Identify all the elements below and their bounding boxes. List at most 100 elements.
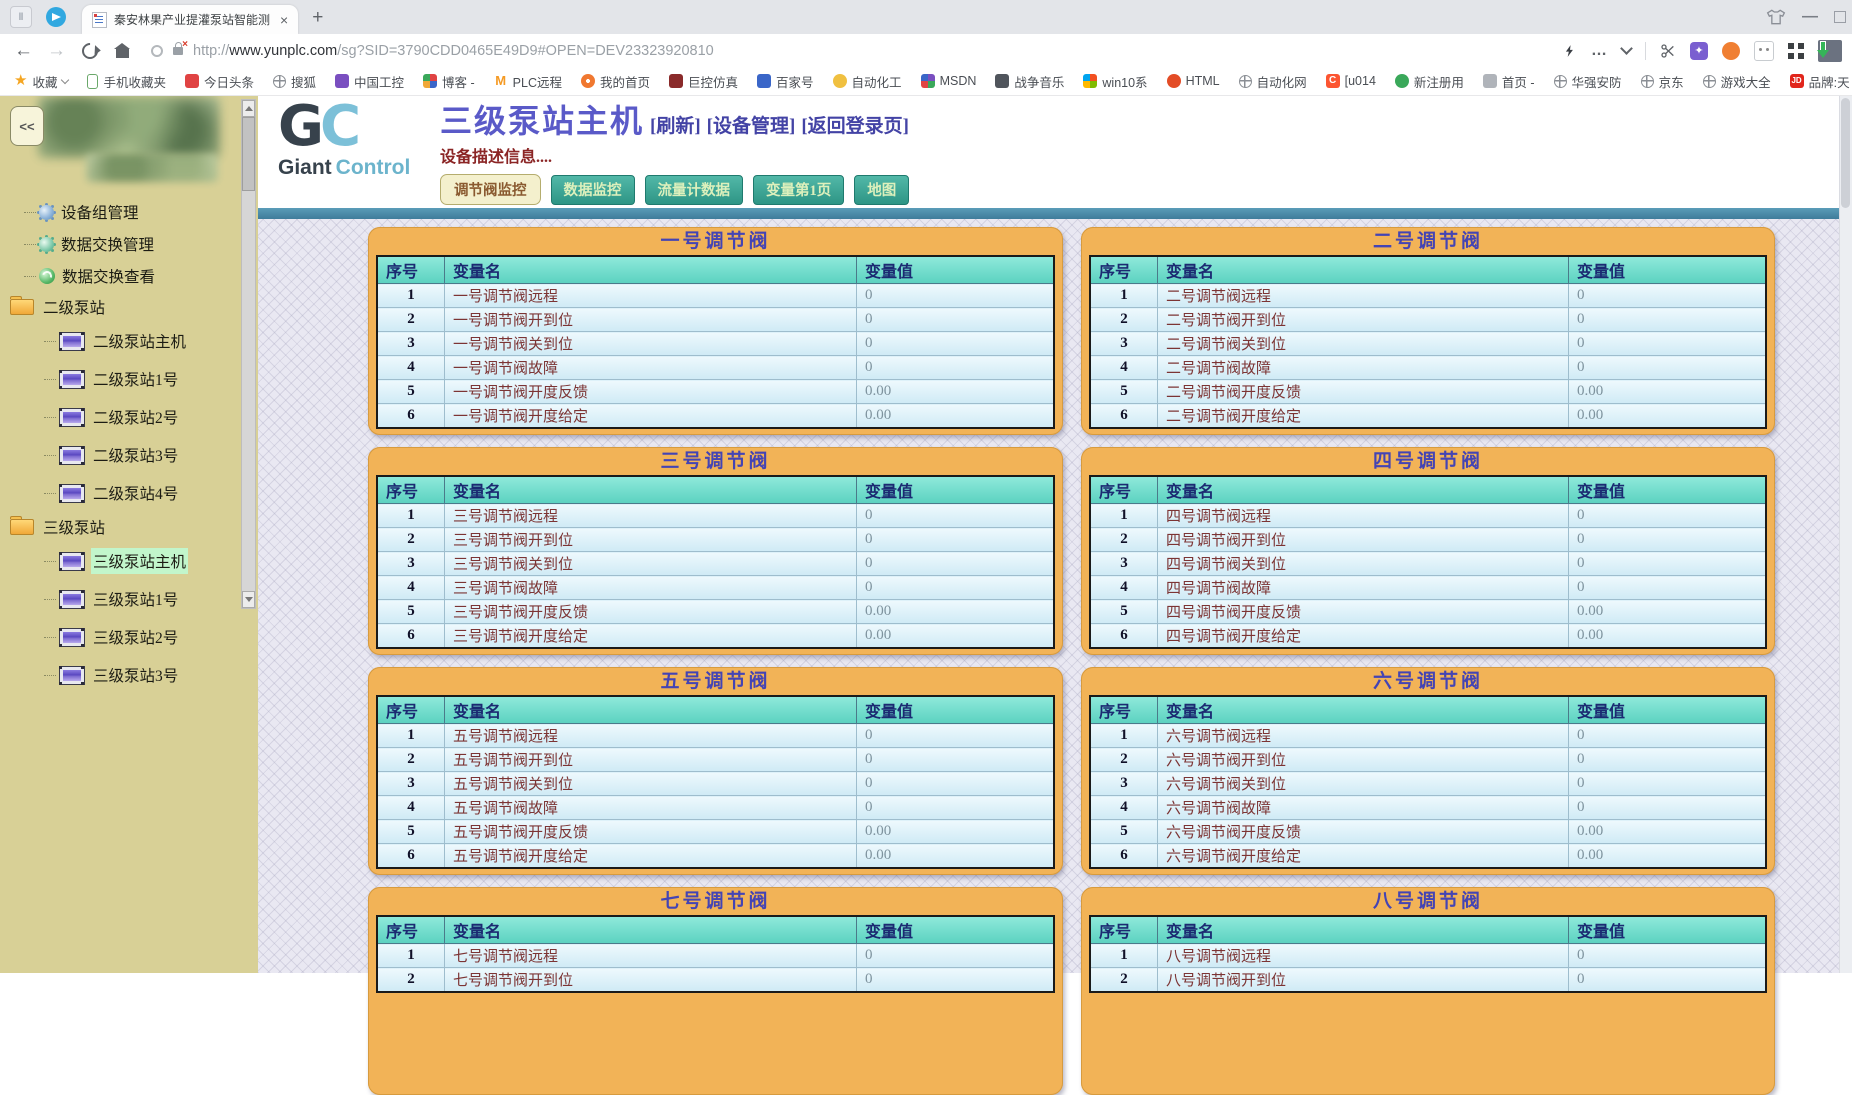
bookmark-item[interactable]: 我的首页 [581,72,650,91]
bookmark-item[interactable]: 京东 [1641,72,1684,91]
bookmark-item[interactable]: 自动化工 [833,72,902,91]
sidebar-item-二级泵站4号[interactable]: 二级泵站4号 [0,474,240,512]
sidebar-item-二级泵站3号[interactable]: 二级泵站3号 [0,436,240,474]
sidebar-item-二级泵站1号[interactable]: 二级泵站1号 [0,360,240,398]
sidebar-item-label: 三级泵站主机 [93,550,186,572]
site-info-icon[interactable] [151,45,163,57]
bookmark-item[interactable]: 手机收藏夹 [87,72,166,91]
sidebar-item-三级泵站[interactable]: 三级泵站 [0,512,240,542]
tab-地图[interactable]: 地图 [854,175,909,205]
variable-value: 0 [857,308,1055,332]
variable-value: 0.00 [857,404,1055,429]
variable-value: 0 [857,968,1055,993]
bookmark-item[interactable]: JD品牌:天 [1790,72,1850,91]
bookmark-item[interactable]: 百家号 [757,72,814,91]
sidebar-item-三级泵站主机[interactable]: 三级泵站主机 [0,542,240,580]
bookmark-item[interactable]: 新注册用 [1395,72,1464,91]
bookmark-item[interactable]: HTML [1167,74,1220,88]
lightning-icon[interactable] [1563,42,1577,60]
scroll-up-button[interactable] [242,100,255,117]
tab-close-icon[interactable]: × [280,13,288,27]
bookmark-item[interactable]: 自动化网 [1239,72,1307,91]
home-button[interactable] [116,49,129,58]
browser-tab[interactable]: 秦安林果产业提灌泵站智能测 × [82,5,298,34]
new-tab-button[interactable]: + [312,8,323,27]
tab-流量计数据[interactable]: 流量计数据 [645,175,744,205]
sidebar-item-数据交换管理[interactable]: 数据交换管理 [0,228,240,260]
giant-control-logo: GC GiantControl [278,98,438,180]
maximize-icon[interactable] [1834,11,1846,23]
refresh-link[interactable]: [刷新] [650,116,701,137]
tab-调节阀监控[interactable]: 调节阀监控 [440,174,541,205]
variable-value: 0 [1569,944,1767,968]
insecure-lock-icon[interactable] [173,47,183,55]
sidebar-item-二级泵站[interactable]: 二级泵站 [0,292,240,322]
forward-button[interactable]: → [47,41,66,60]
back-button[interactable]: ← [14,41,33,60]
download-icon[interactable] [1818,40,1842,62]
more-menu-icon[interactable]: … [1591,42,1608,60]
column-header: 序号 [377,916,445,944]
variable-name: 七号调节阀远程 [445,944,857,968]
device-manage-link[interactable]: [设备管理] [707,116,796,137]
sidebar-item-三级泵站1号[interactable]: 三级泵站1号 [0,580,240,618]
bookmark-item[interactable]: 游戏大全 [1703,72,1771,91]
bookmark-item[interactable]: 博客 - [423,72,475,91]
bookmark-item[interactable]: 今日头条 [185,72,254,91]
sidebar-item-二级泵站主机[interactable]: 二级泵站主机 [0,322,240,360]
sidebar-scrollbar[interactable] [241,99,256,609]
extension-orange-icon[interactable] [1722,42,1740,60]
scissors-icon[interactable] [1660,43,1676,59]
bookmark-label: 搜狐 [291,72,316,91]
scroll-down-button[interactable] [242,591,255,608]
logo-word-control: Control [336,156,411,179]
sidebar-item-二级泵站2号[interactable]: 二级泵站2号 [0,398,240,436]
table-row: 5一号调节阀开度反馈0.00 [377,380,1054,404]
monitor-icon [59,552,85,571]
bookmark-item[interactable]: 搜狐 [273,72,316,91]
variable-value: 0 [857,332,1055,356]
bookmark-item[interactable]: 巨控仿真 [669,72,738,91]
bookmark-label: 首页 - [1502,72,1535,91]
tab-变量第1页[interactable]: 变量第1页 [753,175,844,205]
apps-grid-icon[interactable] [1788,43,1804,59]
bookmark-item[interactable]: C[u014 [1326,74,1376,88]
variable-name: 七号调节阀开到位 [445,968,857,993]
theme-shirt-icon[interactable] [1766,8,1786,26]
table-row: 1六号调节阀远程0 [1090,724,1766,748]
valve-panel: 七号调节阀序号变量名变量值1七号调节阀远程02七号调节阀开到位0 [368,887,1063,1095]
bookmark-item[interactable]: win10系 [1083,72,1147,91]
sidebar-item-三级泵站3号[interactable]: 三级泵站3号 [0,656,240,694]
column-header: 变量值 [857,916,1055,944]
address-bar[interactable]: http://www.yunplc.com/sg?SID=3790CDD0465… [151,43,1549,59]
bookmark-item[interactable]: 首页 - [1483,72,1535,91]
variable-table: 序号变量名变量值1七号调节阀远程02七号调节阀开到位0 [376,915,1055,993]
variable-value: 0.00 [857,600,1055,624]
scrollbar-thumb[interactable] [242,117,255,191]
extension-white-icon[interactable] [1754,41,1774,61]
sidebar-item-三级泵站2号[interactable]: 三级泵站2号 [0,618,240,656]
bookmark-item[interactable]: 战争音乐 [995,72,1064,91]
table-row: 5六号调节阀开度反馈0.00 [1090,820,1766,844]
variable-table: 序号变量名变量值1一号调节阀远程02一号调节阀开到位03一号调节阀关到位04一号… [376,255,1055,429]
bookmark-item[interactable]: 华强安防 [1554,72,1622,91]
return-login-link[interactable]: [返回登录页] [801,116,909,137]
telegram-icon[interactable] [46,7,66,27]
variable-name: 四号调节阀开度反馈 [1158,600,1569,624]
bookmark-item[interactable]: MPLC远程 [494,72,562,91]
chevron-down-icon[interactable] [1620,42,1633,55]
sidebar-item-设备组管理[interactable]: 设备组管理 [0,196,240,228]
sidebar-collapse-button[interactable]: << [10,106,44,146]
sidebar-item-数据交换查看[interactable]: 数据交换查看 [0,260,240,292]
tab-数据监控[interactable]: 数据监控 [551,175,635,205]
bookmark-item[interactable]: ★收藏 [14,72,68,91]
page-scrollbar-thumb[interactable] [1841,98,1850,208]
bookmark-item[interactable]: 中国工控 [335,72,404,91]
extension-icon[interactable]: ✦ [1690,42,1708,60]
page-scrollbar[interactable] [1839,96,1852,973]
pinned-app-icon[interactable]: ‖ [10,6,32,28]
bookmark-item[interactable]: MSDN [921,74,977,88]
reload-button[interactable] [79,39,102,62]
minimize-icon[interactable]: — [1802,8,1818,26]
orange-icon [581,74,595,88]
